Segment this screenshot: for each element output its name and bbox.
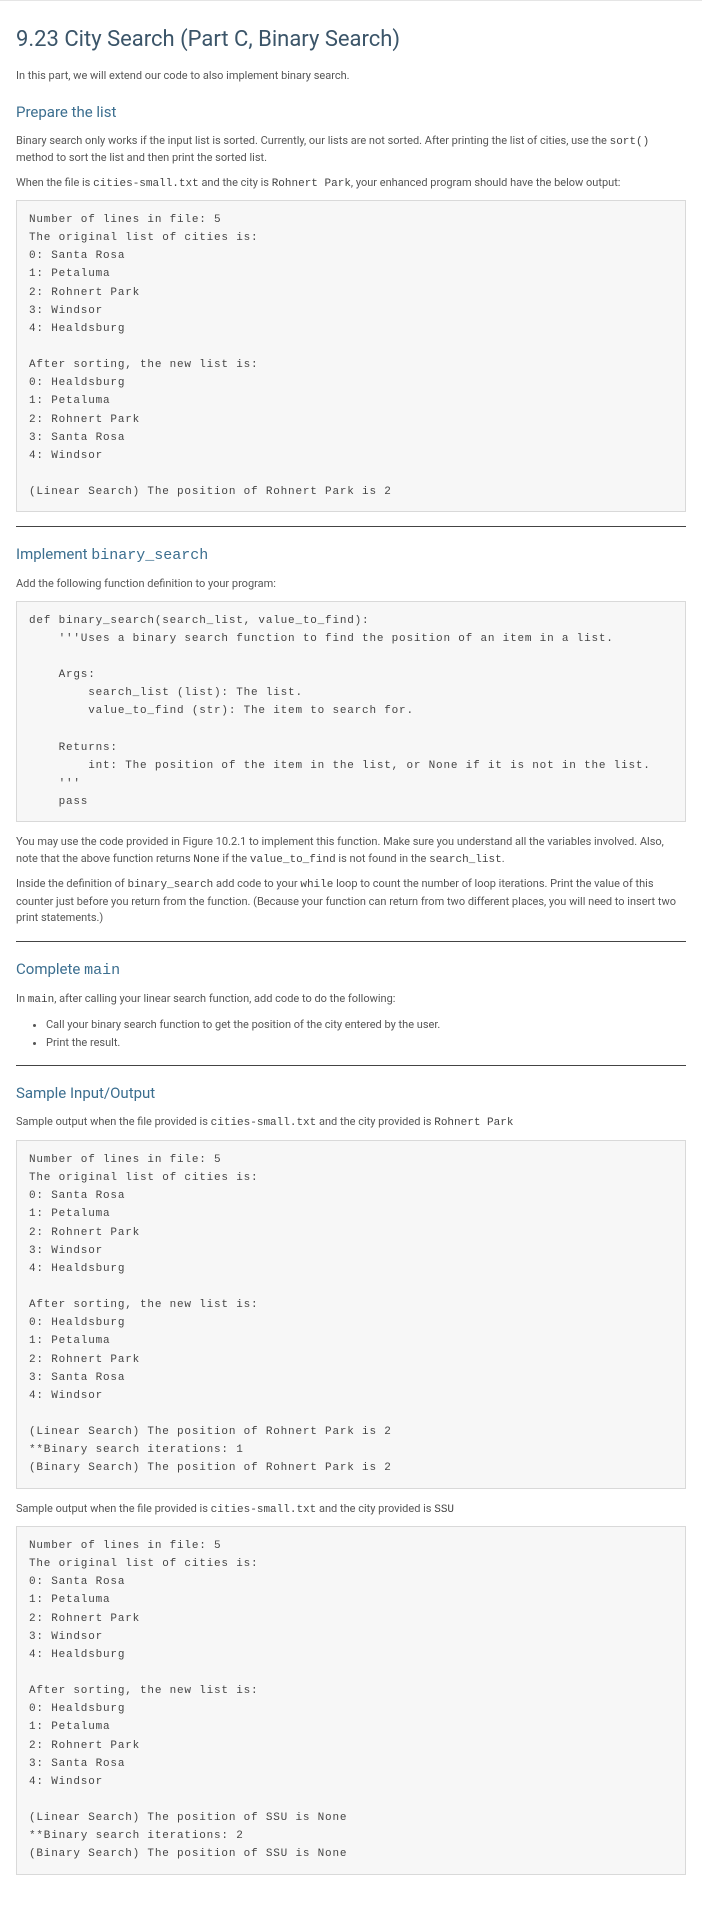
text: When the file is xyxy=(16,176,93,189)
text: method to sort the list and then print t… xyxy=(16,151,267,164)
inline-code: value_to_find xyxy=(250,854,336,866)
inline-code: cities-small.txt xyxy=(211,1117,317,1129)
divider xyxy=(16,526,686,527)
text: Implement xyxy=(16,545,91,563)
inline-code: SSU xyxy=(434,1504,454,1516)
output-block-sample-2: Number of lines in file: 5 The original … xyxy=(16,1526,686,1875)
divider xyxy=(16,941,686,942)
output-block-sample-1: Number of lines in file: 5 The original … xyxy=(16,1140,686,1489)
text: Sample output when the file provided is xyxy=(16,1115,211,1128)
inline-code: binary_search xyxy=(91,547,208,564)
prepare-p1: Binary search only works if the input li… xyxy=(16,133,686,167)
inline-code: binary_search xyxy=(127,879,213,891)
inline-code: search_list xyxy=(429,854,502,866)
complete-p1: In main, after calling your linear searc… xyxy=(16,991,686,1009)
inline-code: Rohnert Park xyxy=(272,178,351,190)
page-title: 9.23 City Search (Part C, Binary Search) xyxy=(16,27,686,52)
text: . xyxy=(502,852,505,865)
implement-p3: Inside the definition of binary_search a… xyxy=(16,876,686,927)
text: Inside the definition of xyxy=(16,877,127,890)
text: and the city is xyxy=(199,176,272,189)
sample-p1: Sample output when the file provided is … xyxy=(16,1114,686,1132)
text: is not found in the xyxy=(336,852,429,865)
section-heading-prepare: Prepare the list xyxy=(16,103,686,121)
inline-code: None xyxy=(193,854,219,866)
text: and the city provided is xyxy=(316,1502,434,1515)
inline-code: cities-small.txt xyxy=(211,1504,317,1516)
list-item: Print the result. xyxy=(46,1034,686,1052)
text: Binary search only works if the input li… xyxy=(16,134,610,147)
inline-code: while xyxy=(300,879,333,891)
implement-p1: Add the following function definition to… xyxy=(16,576,686,593)
inline-code: cities-small.txt xyxy=(93,178,199,190)
list-item: Call your binary search function to get … xyxy=(46,1016,686,1034)
divider xyxy=(16,1065,686,1066)
prepare-p2: When the file is cities-small.txt and th… xyxy=(16,175,686,193)
text: , after calling your linear search funct… xyxy=(54,992,395,1005)
text: if the xyxy=(220,852,250,865)
text: , your enhanced program should have the … xyxy=(351,176,621,189)
inline-code: main xyxy=(28,994,54,1006)
output-block-prepare: Number of lines in file: 5 The original … xyxy=(16,200,686,512)
complete-list: Call your binary search function to get … xyxy=(16,1016,686,1051)
section-heading-sample: Sample Input/Output xyxy=(16,1084,686,1102)
text: and the city provided is xyxy=(316,1115,434,1128)
intro-paragraph: In this part, we will extend our code to… xyxy=(16,68,686,85)
inline-code: Rohnert Park xyxy=(434,1117,513,1129)
section-heading-implement: Implement binary_search xyxy=(16,545,686,564)
text: In xyxy=(16,992,28,1005)
text: Sample output when the file provided is xyxy=(16,1502,211,1515)
inline-code: sort() xyxy=(610,136,650,148)
sample-p2: Sample output when the file provided is … xyxy=(16,1501,686,1519)
document-page: 9.23 City Search (Part C, Binary Search)… xyxy=(0,0,702,1907)
section-heading-complete: Complete main xyxy=(16,960,686,979)
code-block-binary-search: def binary_search(search_list, value_to_… xyxy=(16,601,686,823)
inline-code: main xyxy=(84,962,120,979)
text: Complete xyxy=(16,960,84,978)
text: add code to your xyxy=(213,877,300,890)
implement-p2: You may use the code provided in Figure … xyxy=(16,834,686,868)
